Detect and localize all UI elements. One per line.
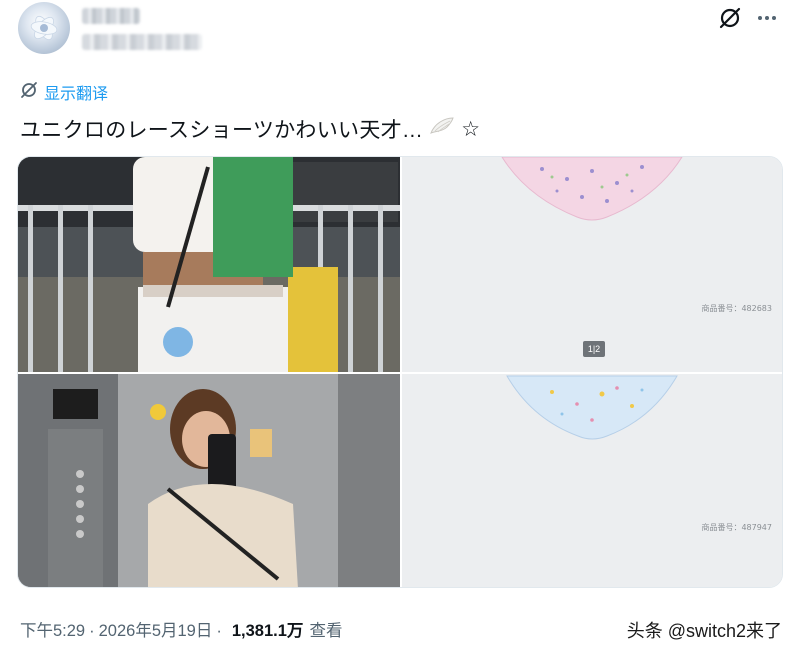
product-code: 商品番号：487947 — [701, 523, 772, 532]
photo-outdoor-outfit[interactable] — [18, 157, 400, 372]
product-code: 商品番号：482683 — [701, 304, 772, 313]
angel-wing-emoji-icon — [429, 115, 455, 143]
avatar-image — [30, 15, 58, 41]
show-translation-link[interactable]: 显示翻译 — [20, 80, 108, 104]
star-symbol: ☆ — [461, 117, 481, 141]
grok-translate-icon — [20, 81, 38, 104]
watermark: 头条 @switch2来了 — [626, 621, 782, 641]
author-name-blurred[interactable] — [82, 8, 140, 24]
separator: · — [216, 622, 222, 640]
product-image-blue-shorts[interactable]: 商品番号：487947 — [402, 374, 782, 587]
tweet-body: ユニクロのレースショーツかわいい天才… — [20, 119, 424, 142]
avatar[interactable] — [18, 2, 70, 54]
tweet-text: ユニクロのレースショーツかわいい天才… ☆ — [20, 114, 480, 144]
views-label: 查看 — [309, 622, 343, 640]
media-grid: 商品番号：482683 1|2 商品番号：487947 — [17, 156, 783, 588]
image-page-indicator: 1|2 — [583, 341, 605, 357]
separator: · — [89, 622, 95, 640]
product-image-pink-shorts[interactable]: 商品番号：482683 1|2 — [402, 157, 782, 372]
more-options-icon[interactable] — [756, 7, 778, 29]
grok-icon[interactable] — [718, 6, 742, 30]
show-translation-label: 显示翻译 — [44, 86, 109, 103]
author-handle-blurred[interactable] — [82, 34, 202, 50]
tweet-date[interactable]: 2026年5月19日 — [99, 617, 213, 641]
tweet-meta: 下午5:29 · 2026年5月19日 · 1,381.1万 查看 — [20, 617, 342, 641]
views-count[interactable]: 1,381.1万 — [232, 617, 304, 641]
header-actions — [718, 6, 778, 30]
tweet-time[interactable]: 下午5:29 — [20, 617, 85, 641]
photo-elevator-selfie[interactable] — [18, 374, 400, 587]
